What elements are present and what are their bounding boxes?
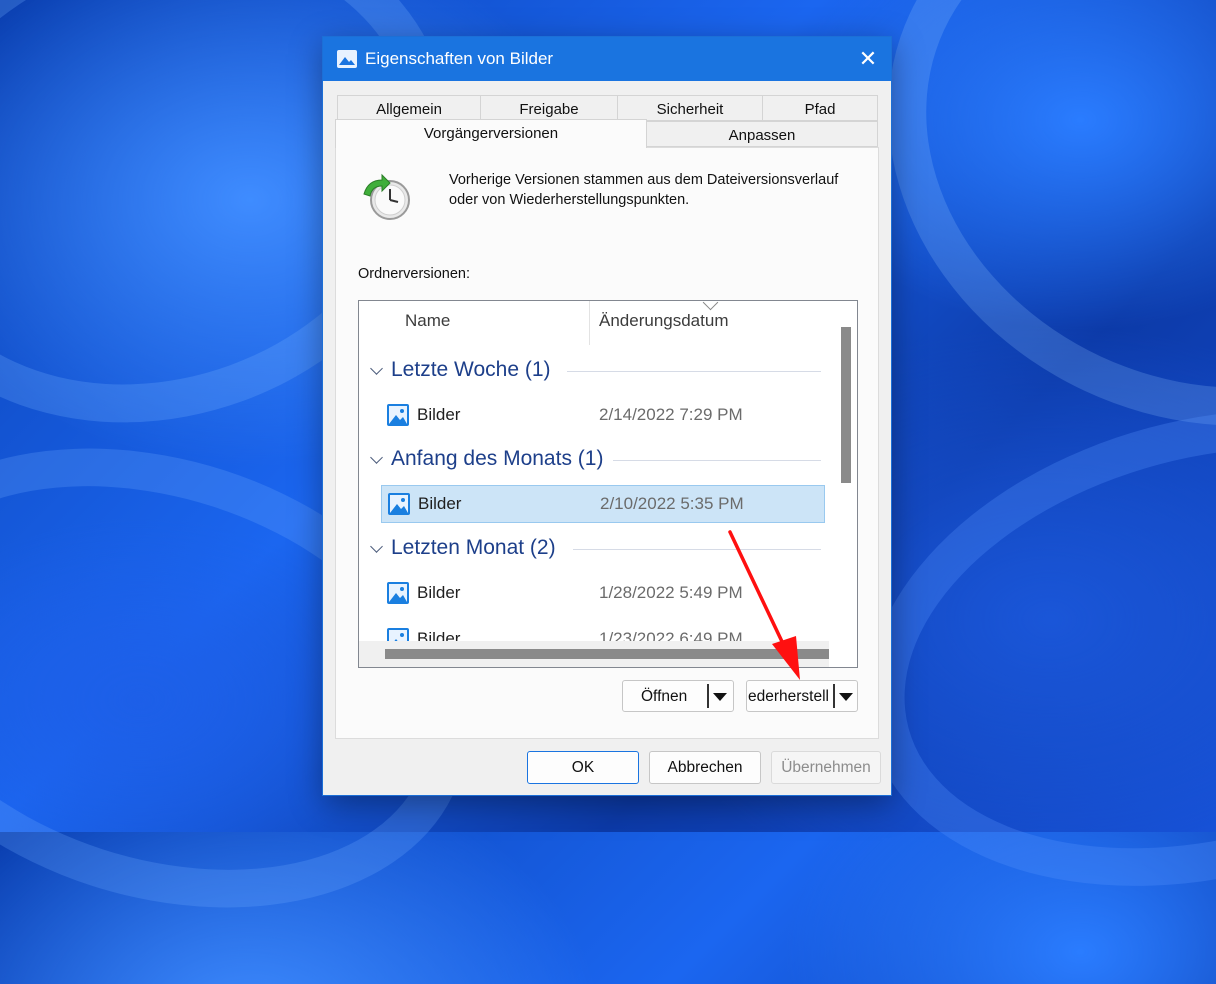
chevron-down-icon bbox=[370, 540, 383, 553]
list-item[interactable]: Bilder 2/14/2022 7:29 PM bbox=[381, 397, 825, 435]
chevron-down-icon[interactable] bbox=[839, 693, 853, 701]
item-name: Bilder bbox=[417, 583, 461, 602]
restore-button-label: ederherstell bbox=[748, 688, 829, 705]
item-name: Bilder bbox=[418, 494, 462, 513]
tab-vorgaengerversionen[interactable]: Vorgängerversionen bbox=[335, 119, 647, 148]
group-title: Letzte Woche (1) bbox=[391, 358, 551, 381]
group-header[interactable]: Letzte Woche (1) bbox=[369, 357, 821, 387]
folder-versions-label: Ordnerversionen: bbox=[358, 266, 471, 282]
properties-dialog: Eigenschaften von Bilder ✕ Allgemein Fre… bbox=[322, 36, 892, 796]
pictures-folder-icon bbox=[337, 50, 357, 68]
column-header-date[interactable]: Änderungsdatum bbox=[599, 311, 728, 331]
title-bar[interactable]: Eigenschaften von Bilder ✕ bbox=[323, 37, 891, 81]
group-divider bbox=[567, 371, 821, 372]
item-date: 2/14/2022 7:29 PM bbox=[599, 405, 743, 424]
column-header-name[interactable]: Name bbox=[405, 311, 450, 331]
tab-anpassen[interactable]: Anpassen bbox=[646, 121, 878, 147]
versions-list[interactable]: Name Änderungsdatum Letzte Woche (1) Bil… bbox=[358, 300, 858, 668]
vertical-scrollbar-thumb[interactable] bbox=[841, 327, 851, 483]
open-button-label: Öffnen bbox=[641, 688, 688, 705]
group-divider bbox=[573, 549, 821, 550]
group-title: Anfang des Monats (1) bbox=[391, 447, 604, 470]
chevron-down-icon bbox=[370, 451, 383, 464]
close-button[interactable]: ✕ bbox=[845, 37, 891, 81]
list-item[interactable]: Bilder 1/28/2022 5:49 PM bbox=[381, 575, 825, 613]
info-text: Vorherige Versionen stammen aus dem Date… bbox=[449, 172, 839, 208]
item-date: 1/28/2022 5:49 PM bbox=[599, 583, 743, 602]
item-date: 2/10/2022 5:35 PM bbox=[600, 494, 744, 513]
split-divider bbox=[833, 684, 835, 708]
chevron-down-icon[interactable] bbox=[713, 693, 727, 701]
previous-versions-panel: Vorherige Versionen stammen aus dem Date… bbox=[335, 147, 879, 739]
group-divider bbox=[613, 460, 821, 461]
item-name: Bilder bbox=[417, 405, 461, 424]
tab-pfad[interactable]: Pfad bbox=[762, 95, 878, 121]
group-header[interactable]: Anfang des Monats (1) bbox=[369, 446, 821, 476]
tab-allgemein[interactable]: Allgemein bbox=[337, 95, 481, 121]
cancel-button[interactable]: Abbrechen bbox=[649, 751, 761, 784]
apply-button-disabled: Übernehmen bbox=[771, 751, 881, 784]
picture-icon bbox=[387, 404, 409, 426]
picture-icon bbox=[388, 493, 410, 515]
picture-icon bbox=[387, 582, 409, 604]
column-separator[interactable] bbox=[589, 301, 590, 345]
tab-freigabe[interactable]: Freigabe bbox=[480, 95, 618, 121]
chevron-down-icon bbox=[370, 362, 383, 375]
restore-clock-icon bbox=[363, 173, 410, 220]
group-title: Letzten Monat (2) bbox=[391, 536, 556, 559]
ok-button[interactable]: OK bbox=[527, 751, 639, 784]
sort-indicator-icon bbox=[702, 301, 719, 311]
horizontal-scrollbar-thumb[interactable] bbox=[385, 649, 829, 659]
list-item-selected[interactable]: Bilder 2/10/2022 5:35 PM bbox=[381, 485, 825, 523]
dialog-title: Eigenschaften von Bilder bbox=[365, 49, 554, 68]
restore-split-button[interactable]: ederherstell bbox=[746, 680, 858, 712]
group-header[interactable]: Letzten Monat (2) bbox=[369, 535, 821, 565]
split-divider bbox=[707, 684, 709, 708]
tab-sicherheit[interactable]: Sicherheit bbox=[617, 95, 763, 121]
open-split-button[interactable]: Öffnen bbox=[622, 680, 734, 712]
